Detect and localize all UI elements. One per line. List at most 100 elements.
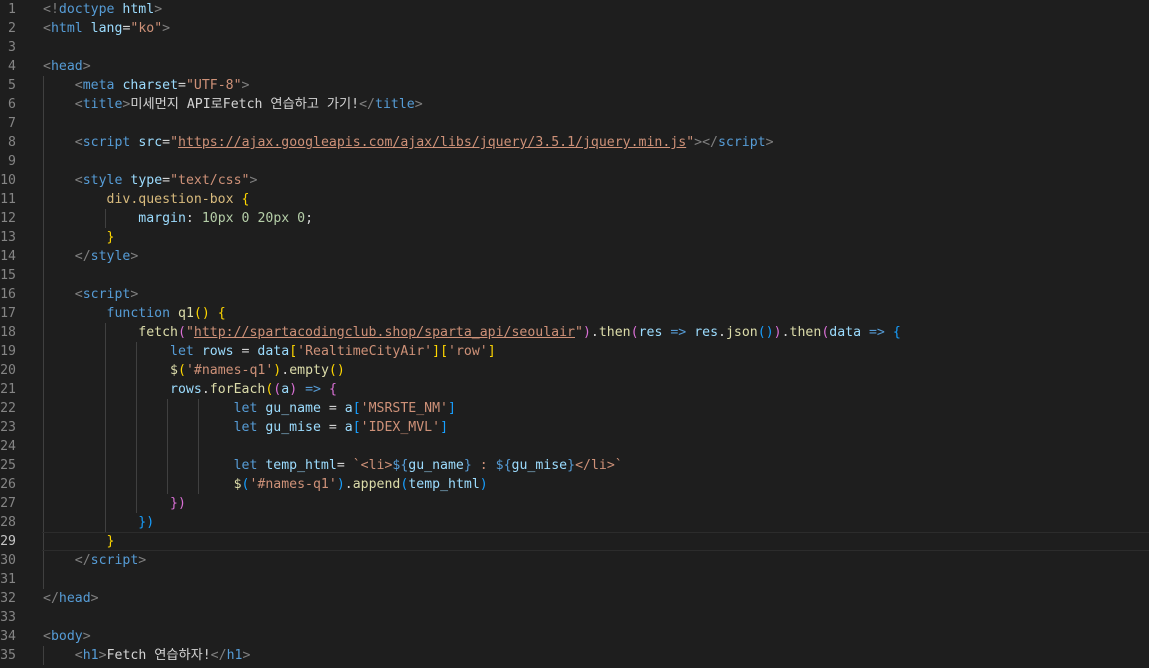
code-token: { <box>217 306 226 321</box>
code-line[interactable]: 7 <box>0 114 1149 133</box>
code-line[interactable]: 34 <body> <box>0 627 1149 646</box>
code-line[interactable]: 25 let temp_html= `<li>${gu_name} : ${gu… <box>0 456 1149 475</box>
code-text: function q1() { <box>43 304 226 323</box>
code-line[interactable]: 30 </script> <box>0 551 1149 570</box>
code-token: } <box>106 230 115 245</box>
code-token: '#names-q1' <box>249 477 337 492</box>
code-token: " <box>686 135 695 150</box>
code-token: temp_html <box>265 458 337 473</box>
code-text: div.question-box { <box>43 190 250 209</box>
code-token: < <box>74 648 83 663</box>
code-token: }) <box>170 496 186 511</box>
code-token: 'IDEX_MVL' <box>360 420 441 435</box>
code-line[interactable]: 28 }) <box>0 513 1149 532</box>
code-token: `<li> <box>352 458 393 473</box>
code-line[interactable]: 6 <title>미세먼지 API로Fetch 연습하고 가기!</title> <box>0 95 1149 114</box>
code-line[interactable]: 27 }) <box>0 494 1149 513</box>
code-line[interactable]: 18 fetch("http://spartacodingclub.shop/s… <box>0 323 1149 342</box>
code-line[interactable]: 1 <!doctype html> <box>0 0 1149 19</box>
indent-guide <box>43 570 44 589</box>
code-token: > <box>82 59 91 74</box>
code-line[interactable]: 12 margin: 10px 0 20px 0; <box>0 209 1149 228</box>
code-line[interactable]: 15 <box>0 266 1149 285</box>
line-number: 22 <box>0 401 16 416</box>
code-token: () <box>193 306 210 321</box>
code-line[interactable]: 31 <box>0 570 1149 589</box>
code-line[interactable]: 3 <box>0 38 1149 57</box>
code-line[interactable]: 2 <html lang="ko"> <box>0 19 1149 38</box>
code-token: < <box>74 287 83 302</box>
code-editor[interactable]: 1 <!doctype html> 2 <html lang="ko"> 3 4 <head… <box>0 0 1149 668</box>
code-token: ) <box>336 477 345 492</box>
line-number: 24 <box>0 439 16 454</box>
code-token: ${ <box>392 458 409 473</box>
line-number: 20 <box>0 363 16 378</box>
code-line[interactable]: 23 let gu_mise = a['IDEX_MVL'] <box>0 418 1149 437</box>
code-token: < <box>43 59 51 74</box>
code-line[interactable]: 32 </head> <box>0 589 1149 608</box>
code-line[interactable]: 13 } <box>0 228 1149 247</box>
code-line[interactable]: 35 <h1>Fetch 연습하자!</h1> <box>0 646 1149 665</box>
code-token: 20px <box>257 211 290 226</box>
code-line[interactable]: 11 div.question-box { <box>0 190 1149 209</box>
code-token: gu_name <box>408 458 464 473</box>
code-token: 미세먼지 API로Fetch 연습하고 가기! <box>130 97 360 112</box>
code-token: ] <box>448 401 456 416</box>
code-token: https://ajax.googleapis.com/ajax/libs/jq… <box>178 135 687 150</box>
code-line[interactable]: 21 rows.forEach((a) => { <box>0 380 1149 399</box>
code-line[interactable]: 17 function q1() { <box>0 304 1149 323</box>
code-line[interactable]: 9 <box>0 152 1149 171</box>
code-token: < <box>74 173 83 188</box>
code-token: charset <box>122 78 179 93</box>
code-line[interactable]: 29 } <box>0 532 1149 551</box>
code-line[interactable]: 16 <script> <box>0 285 1149 304</box>
code-token: http://spartacodingclub.shop/sparta_api/… <box>193 325 575 340</box>
code-line[interactable]: 22 let gu_name = a['MSRSTE_NM'] <box>0 399 1149 418</box>
code-token: 'MSRSTE_NM' <box>360 401 448 416</box>
code-token: script <box>82 135 131 150</box>
line-number: 34 <box>0 629 16 644</box>
code-text: </style> <box>43 247 139 266</box>
code-token: . <box>281 363 290 378</box>
code-token: 'row' <box>448 344 488 359</box>
code-line[interactable]: 26 $('#names-q1').append(temp_html) <box>0 475 1149 494</box>
code-token: [ <box>352 401 361 416</box>
line-number: 26 <box>0 477 16 492</box>
code-line[interactable]: 10 <style type="text/css"> <box>0 171 1149 190</box>
code-text: <script src="https://ajax.googleapis.com… <box>43 133 774 152</box>
code-token: "UTF-8" <box>185 78 242 93</box>
code-line[interactable]: 5 <meta charset="UTF-8"> <box>0 76 1149 95</box>
code-line[interactable]: 20 $('#names-q1').empty() <box>0 361 1149 380</box>
code-token: } <box>567 458 576 473</box>
code-line[interactable]: 4 <head> <box>0 57 1149 76</box>
line-number: 21 <box>0 382 16 397</box>
code-text: </head> <box>43 589 99 608</box>
code-token: => <box>868 325 885 340</box>
line-number: 32 <box>0 591 16 606</box>
code-text: let temp_html= `<li>${gu_name} : ${gu_mi… <box>43 456 623 475</box>
code-text: <h1>Fetch 연습하자!</h1> <box>43 646 251 665</box>
code-token: title <box>82 97 123 112</box>
line-number: 17 <box>0 306 16 321</box>
code-text: }) <box>43 494 186 513</box>
code-token: meta <box>82 78 115 93</box>
code-text: <html lang="ko"> <box>43 19 170 38</box>
code-token: div.question-box <box>106 192 234 207</box>
code-line[interactable]: 19 let rows = data['RealtimeCityAir']['r… <box>0 342 1149 361</box>
code-line[interactable]: 14 </style> <box>0 247 1149 266</box>
code-line[interactable]: 33 <box>0 608 1149 627</box>
code-token: data <box>257 344 290 359</box>
code-line[interactable]: 8 <script src="https://ajax.googleapis.c… <box>0 133 1149 152</box>
code-token: " <box>575 325 583 340</box>
code-token: let <box>233 420 258 435</box>
code-line[interactable]: 24 <box>0 437 1149 456</box>
code-token: fetch <box>138 325 178 340</box>
